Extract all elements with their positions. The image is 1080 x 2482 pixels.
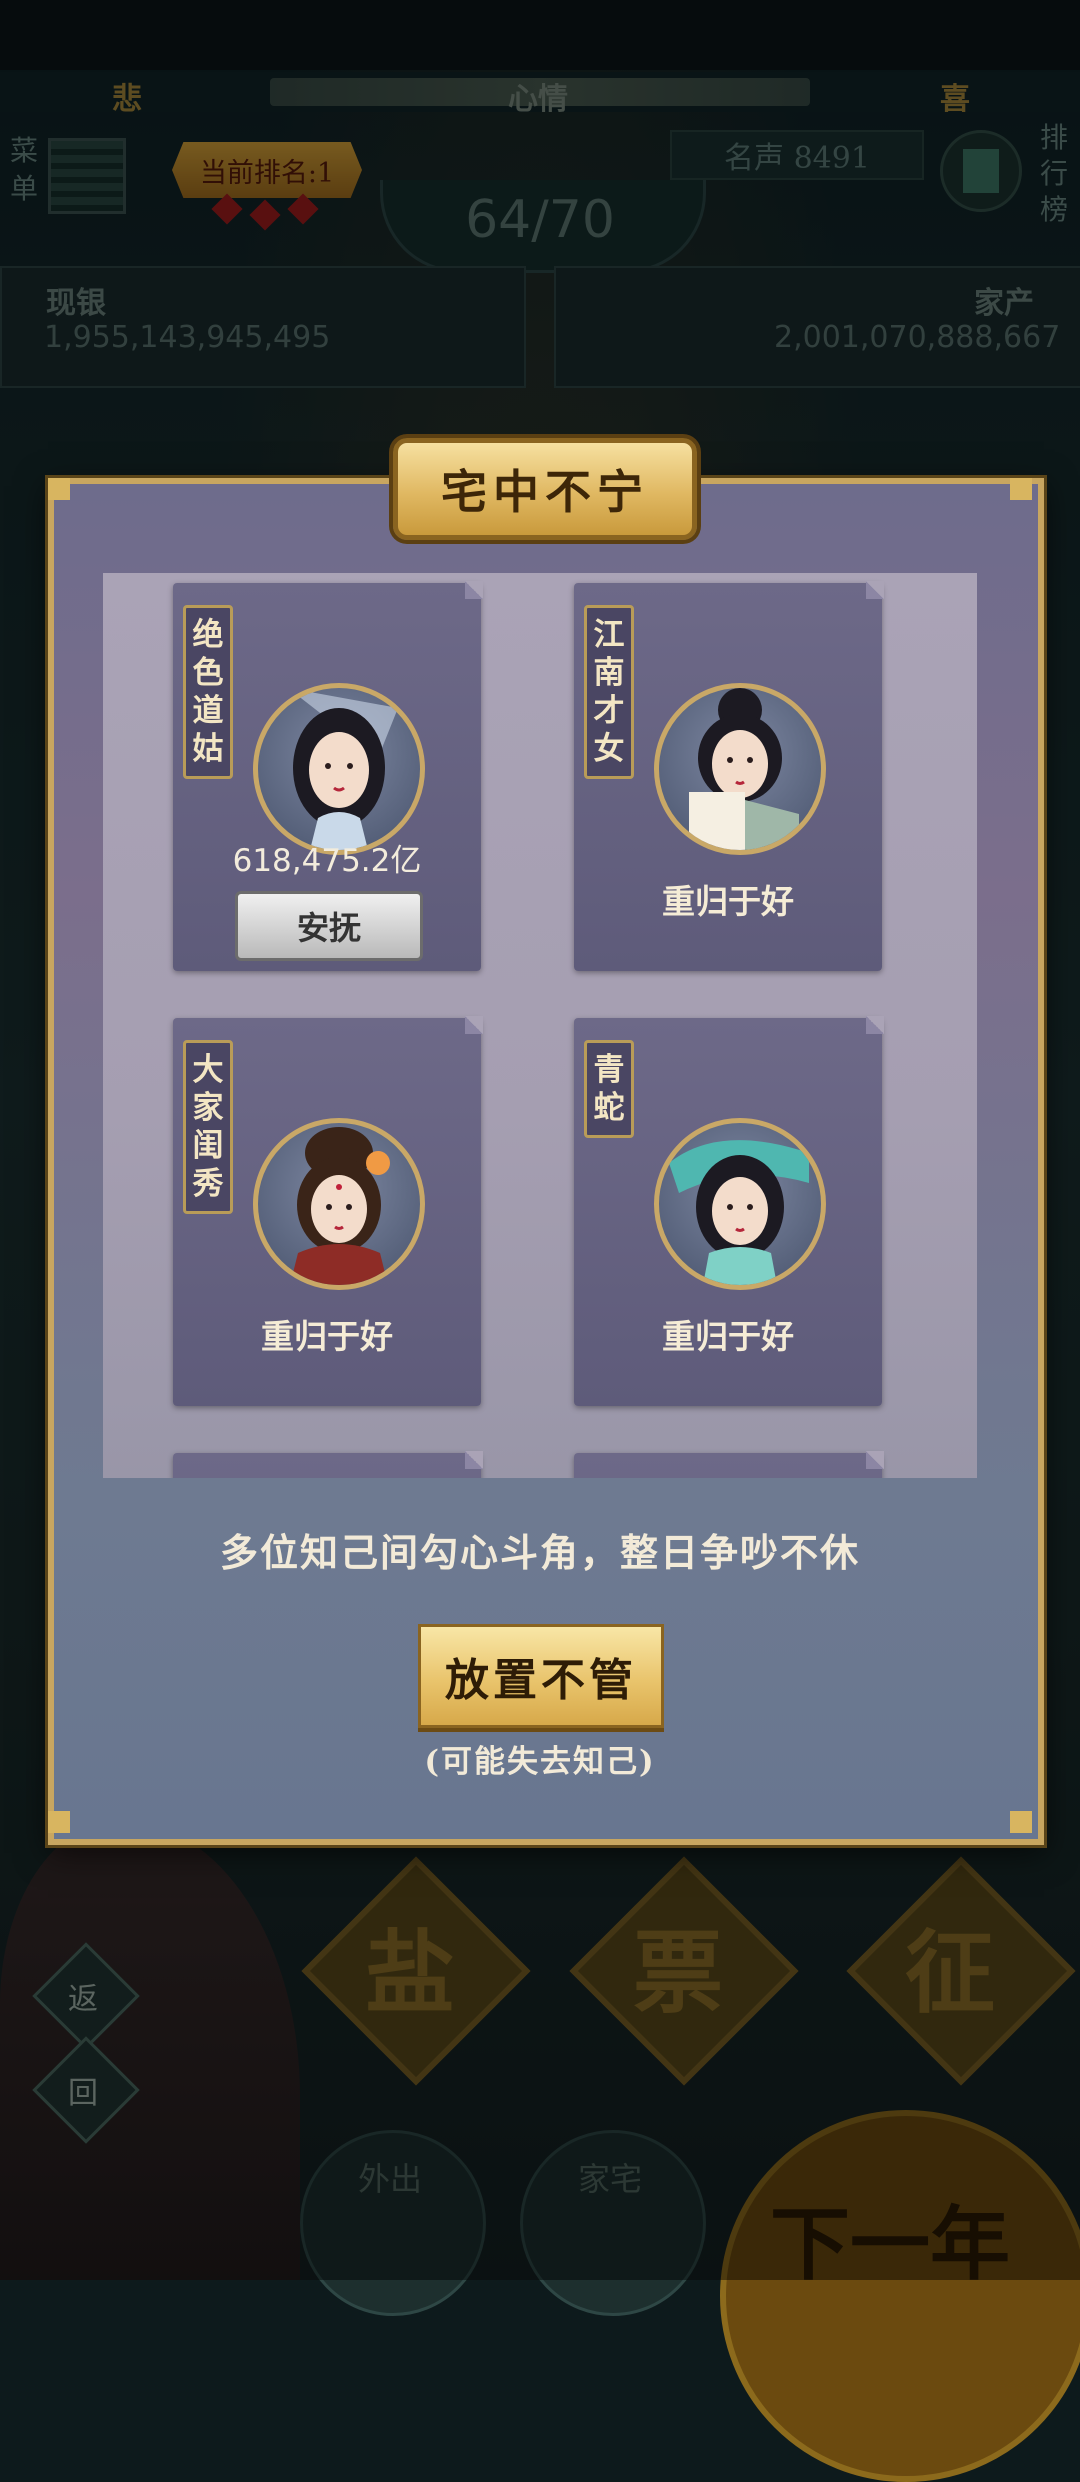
confidant-portrait — [253, 683, 425, 855]
dialog-corner-ornament — [1010, 1811, 1032, 1833]
noble-lady-portrait-icon — [290, 1127, 390, 1285]
confidant-card: 青蛇 重归于好 — [574, 1016, 884, 1406]
confidant-portrait — [654, 1118, 826, 1290]
dialog-corner-ornament — [1010, 478, 1032, 500]
confidant-status: 重归于好 — [261, 1317, 393, 1356]
dialog-corner-ornament — [48, 1811, 70, 1833]
dialog-title: 宅中不宁 — [441, 465, 649, 519]
scholar-lady-portrait-icon — [689, 688, 799, 850]
confidant-portrait — [253, 1118, 425, 1290]
soothe-button[interactable]: 安抚 — [235, 891, 423, 961]
ignore-button[interactable]: 放置不管 — [418, 1624, 664, 1728]
dialog-title-plaque: 宅中不宁 — [393, 438, 697, 540]
confidant-card — [574, 1451, 884, 1478]
confidant-name: 青蛇 — [584, 1040, 634, 1138]
ignore-warning: (可能失去知己) — [424, 1744, 656, 1780]
confidant-status: 重归于好 — [662, 882, 794, 921]
dialog-corner-ornament — [48, 478, 70, 500]
confidant-card: 江南才女 重归于好 — [574, 581, 884, 971]
confidant-name: 江南才女 — [584, 605, 634, 779]
confidant-value: 618,475.2亿 — [232, 843, 422, 879]
confidant-card — [173, 1451, 483, 1478]
taoist-nun-portrait-icon — [288, 688, 398, 850]
confidant-name: 绝色道姑 — [183, 605, 233, 779]
confidant-card: 大家闺秀 重归于好 — [173, 1016, 483, 1406]
confidant-card: 绝色道姑 618,475.2亿 安抚 — [173, 581, 483, 971]
confidant-status: 重归于好 — [662, 1317, 794, 1356]
confidant-list[interactable]: 绝色道姑 618,475.2亿 安抚 江南才女 重归于好 大家闺秀 重归于好 青… — [103, 573, 977, 1478]
confidant-portrait — [654, 683, 826, 855]
green-snake-portrait-icon — [669, 1140, 809, 1285]
confidant-name: 大家闺秀 — [183, 1040, 233, 1214]
event-message: 多位知己间勾心斗角，整日争吵不休 — [219, 1530, 860, 1575]
